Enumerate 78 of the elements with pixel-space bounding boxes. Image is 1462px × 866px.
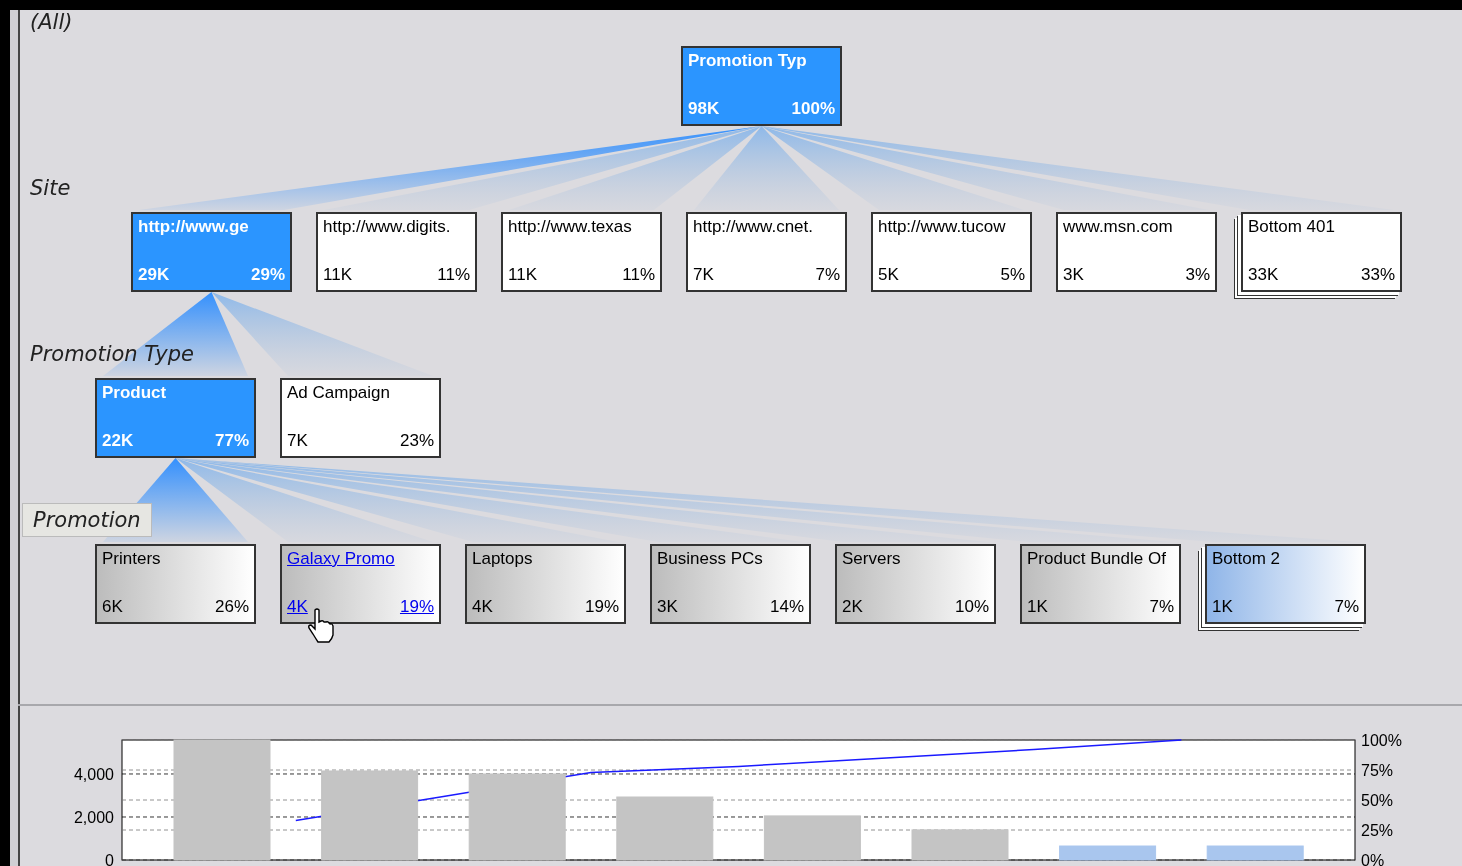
node-count: 3K: [657, 597, 678, 617]
level-label: (All): [30, 10, 73, 34]
tree-node[interactable]: Laptops 4K 19%: [465, 544, 626, 624]
node-percent: 14%: [769, 597, 804, 617]
node-count: 11K: [323, 265, 352, 285]
node-count: 3K: [1063, 265, 1084, 285]
node-percent: 10%: [954, 597, 989, 617]
node-percent: 11%: [622, 265, 655, 285]
node-name: Product: [102, 383, 168, 403]
node-name: Promotion Typ: [688, 51, 808, 71]
node-percent[interactable]: 19%: [399, 597, 434, 617]
node-count: 7K: [693, 265, 714, 285]
tree-node[interactable]: Product Bundle Of 1K 7%: [1020, 544, 1181, 624]
node-count: 1K: [1212, 597, 1233, 617]
node-name: Product Bundle Of: [1027, 549, 1167, 569]
node-count: 33K: [1248, 265, 1279, 285]
node-count: 6K: [102, 597, 123, 617]
node-count: 5K: [878, 265, 899, 285]
node-name: Ad Campaign: [287, 383, 391, 403]
node-name: www.msn.com: [1063, 217, 1174, 237]
node-name: http://www.tucow: [878, 217, 1007, 237]
y2-tick-label: 50%: [1361, 792, 1394, 809]
tree-node[interactable]: http://www.cnet. 7K 7%: [686, 212, 847, 292]
y2-tick-label: 0%: [1361, 852, 1385, 866]
node-name[interactable]: Galaxy Promo: [287, 549, 434, 569]
node-percent: 3%: [1185, 265, 1210, 285]
node-percent: 5%: [1000, 265, 1025, 285]
node-count: 11K: [508, 265, 537, 285]
node-percent: 7%: [1149, 597, 1174, 617]
y2-tick-label: 75%: [1361, 762, 1394, 779]
tree-node[interactable]: Business PCs 3K 14%: [650, 544, 811, 624]
y2-tick-label: 100%: [1361, 732, 1402, 749]
node-count: 2K: [842, 597, 863, 617]
node-percent: 23%: [399, 431, 434, 451]
node-count: 22K: [102, 431, 134, 451]
node-percent: 77%: [214, 431, 249, 451]
y2-tick-label: 25%: [1361, 822, 1394, 839]
node-percent: 100%: [791, 99, 835, 119]
tree-node[interactable]: www.msn.com 3K 3%: [1056, 212, 1217, 292]
tree-node[interactable]: Printers 6K 26%: [95, 544, 256, 624]
tree-node[interactable]: http://www.texas 11K 11%: [501, 212, 662, 292]
node-count: 29K: [138, 265, 170, 285]
node-count: 1K: [1027, 597, 1048, 617]
node-percent: 33%: [1360, 265, 1395, 285]
node-name: http://www.ge: [138, 217, 250, 237]
node-name: Printers: [102, 549, 162, 569]
tree-node[interactable]: Galaxy Promo 4K 19%: [280, 544, 441, 624]
y-tick-label: 4,000: [73, 765, 115, 783]
node-name: Business PCs: [657, 549, 764, 569]
node-name: Laptops: [472, 549, 534, 569]
node-count: 7K: [287, 431, 308, 451]
node-count: 98K: [688, 99, 720, 119]
hand-cursor-icon: [308, 608, 334, 644]
node-percent: 26%: [214, 597, 249, 617]
node-name: Bottom 2: [1212, 549, 1282, 569]
node-name: http://www.texas: [508, 217, 633, 237]
node-name: http://www.cnet.: [693, 217, 814, 237]
tree-node[interactable]: http://www.digits. 11K 11%: [316, 212, 477, 292]
node-name: Bottom 401: [1248, 217, 1336, 237]
percent-tick: 75%: [121, 762, 1394, 779]
node-name: Servers: [842, 549, 902, 569]
node-percent: 7%: [815, 265, 840, 285]
node-count[interactable]: 4K: [287, 597, 308, 617]
level-label: Promotion: [22, 503, 152, 537]
node-count: 4K: [472, 597, 493, 617]
node-name: http://www.digits.: [323, 217, 452, 237]
percent-tick: 100%: [121, 732, 1402, 749]
y-tick-label: 2,000: [73, 808, 115, 826]
level-label: Promotion Type: [30, 342, 195, 366]
tree-node[interactable]: Ad Campaign 7K 23%: [280, 378, 441, 458]
node-percent: 29%: [250, 265, 285, 285]
level-label: Site: [30, 176, 71, 200]
tree-node[interactable]: http://www.tucow 5K 5%: [871, 212, 1032, 292]
node-percent: 11%: [437, 265, 470, 285]
y-tick-label: 0: [105, 852, 115, 866]
tree-node[interactable]: Servers 2K 10%: [835, 544, 996, 624]
node-percent: 7%: [1334, 597, 1359, 617]
node-percent: 19%: [584, 597, 619, 617]
